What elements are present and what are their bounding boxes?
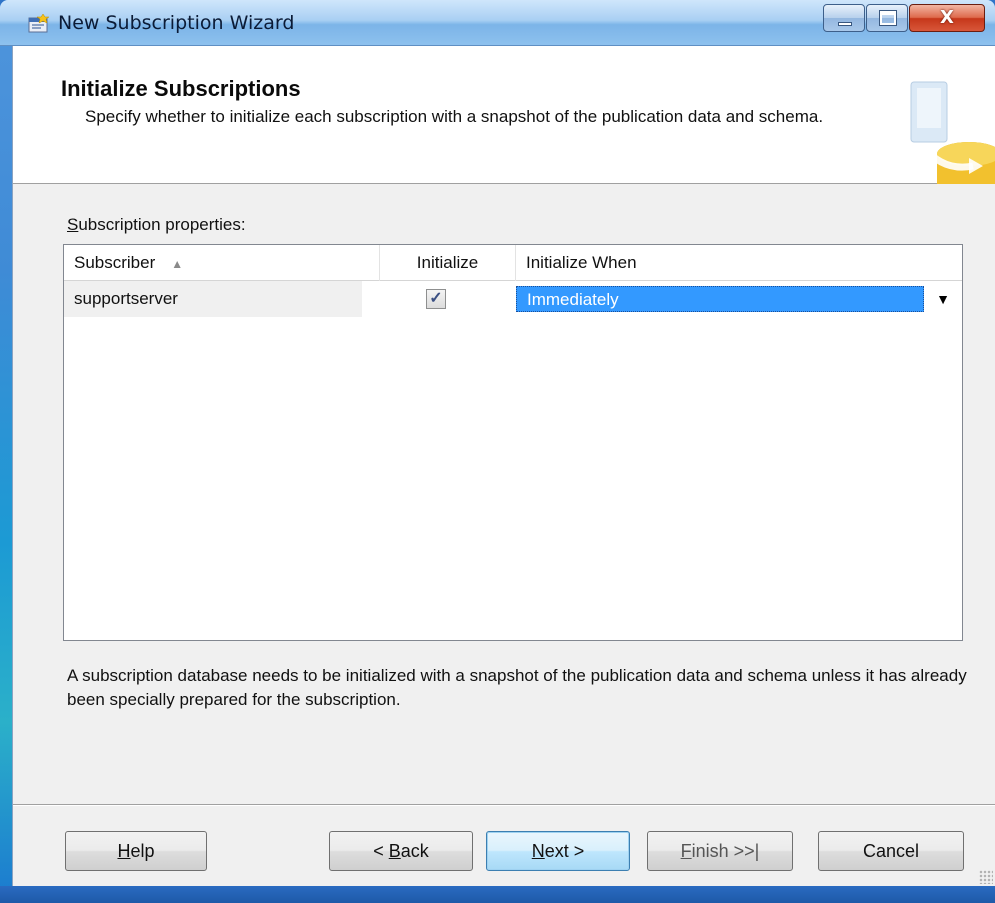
next-accelerator: N [531, 841, 545, 861]
back-button[interactable]: < Back [329, 831, 473, 871]
finish-label: inish >>| [691, 841, 760, 861]
initialize-when-cell[interactable]: Immediately ▼ [516, 281, 962, 317]
wizard-app-icon [28, 13, 50, 34]
column-header-subscriber-label: Subscriber [74, 253, 156, 272]
cancel-button[interactable]: Cancel [818, 831, 964, 871]
wizard-window: New Subscription Wizard X Initialize Sub… [0, 0, 995, 903]
back-label: ack [400, 841, 429, 861]
initialize-checkbox[interactable]: ✓ [426, 289, 446, 309]
minimize-icon [838, 22, 852, 26]
minimize-button[interactable] [823, 4, 865, 32]
help-button[interactable]: Help [65, 831, 207, 871]
maximize-icon [879, 10, 897, 26]
initialize-cell[interactable]: ✓ [362, 281, 516, 317]
column-header-initialize[interactable]: Initialize [380, 245, 516, 281]
finish-accelerator: F [680, 841, 692, 861]
close-button[interactable]: X [909, 4, 985, 32]
database-replication-icon [903, 68, 995, 184]
close-icon: X [940, 7, 954, 28]
resize-grip[interactable] [979, 870, 993, 884]
subscriber-cell[interactable]: supportserver [64, 281, 362, 317]
help-accelerator: H [117, 841, 131, 861]
help-label: elp [130, 841, 155, 861]
wizard-header: Initialize Subscriptions Specify whether… [13, 46, 995, 184]
finish-button[interactable]: Finish >>| [647, 831, 793, 871]
label-text: ubscription properties: [78, 215, 246, 234]
grid-header: Subscriber ▲ Initialize Initialize When [64, 245, 962, 281]
footer-separator [13, 804, 995, 806]
page-title: Initialize Subscriptions [61, 76, 301, 101]
table-row[interactable]: supportserver ✓ Immediately ▼ [64, 281, 962, 317]
wizard-client-area: Initialize Subscriptions Specify whether… [12, 46, 995, 886]
subscription-properties-grid[interactable]: Subscriber ▲ Initialize Initialize When s… [63, 244, 963, 641]
initialize-when-select[interactable]: Immediately [516, 286, 924, 312]
window-title: New Subscription Wizard [58, 12, 295, 34]
sort-ascending-icon: ▲ [171, 256, 184, 271]
info-text: A subscription database needs to be init… [67, 666, 967, 709]
maximize-button[interactable] [866, 4, 908, 32]
next-button[interactable]: Next > [486, 831, 630, 871]
chevron-down-icon[interactable]: ▼ [926, 286, 960, 312]
back-accelerator: B [388, 841, 401, 861]
subscription-properties-label: Subscription properties: [67, 215, 246, 235]
title-bar[interactable]: New Subscription Wizard X [0, 0, 995, 46]
column-header-initialize-when[interactable]: Initialize When [516, 245, 962, 281]
next-label: ext > [544, 841, 585, 861]
label-accelerator: S [67, 215, 79, 234]
window-bottom-frame [0, 886, 995, 903]
back-prefix: < [373, 841, 389, 861]
page-description: Specify whether to initialize each subsc… [85, 107, 824, 126]
column-header-subscriber[interactable]: Subscriber ▲ [64, 245, 380, 281]
window-left-frame [0, 0, 12, 903]
